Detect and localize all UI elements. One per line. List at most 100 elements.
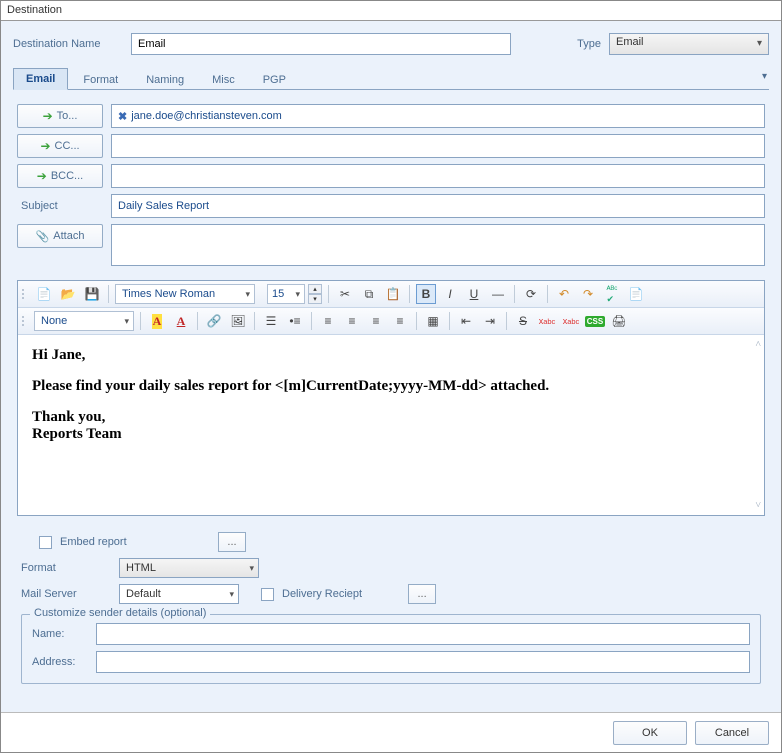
- editor-toolbar-2: None A A 🔗 🖼 ☰ •≡ ≡ ≡ ≡ ≡ ▦: [18, 308, 764, 335]
- italic-button[interactable]: I: [440, 284, 460, 304]
- copy-icon[interactable]: ⧉: [359, 284, 379, 304]
- bcc-field[interactable]: [111, 164, 765, 188]
- hr-icon[interactable]: ―: [488, 284, 508, 304]
- scroll-down-icon[interactable]: ˅: [755, 500, 761, 511]
- format-label: Format: [21, 562, 111, 574]
- titlebar: Destination: [1, 1, 781, 21]
- subject-field[interactable]: Daily Sales Report: [111, 194, 765, 218]
- outdent-icon[interactable]: ⇤: [456, 311, 476, 331]
- tab-format[interactable]: Format: [70, 69, 131, 90]
- type-select[interactable]: Email: [609, 33, 769, 55]
- font-name-select[interactable]: Times New Roman: [115, 284, 255, 304]
- sender-name-input[interactable]: [96, 623, 750, 645]
- to-field[interactable]: ✖ jane.doe@christiansteven.com: [111, 104, 765, 128]
- sender-legend: Customize sender details (optional): [30, 607, 210, 619]
- mail-server-browse-button[interactable]: ...: [408, 584, 436, 604]
- highlight-color-icon[interactable]: A: [147, 311, 167, 331]
- subscript-icon[interactable]: xabc: [561, 311, 581, 331]
- tab-overflow-icon[interactable]: ▾: [762, 71, 767, 82]
- format-select[interactable]: HTML: [119, 558, 259, 578]
- paperclip-icon: 📎: [36, 230, 50, 243]
- sender-name-label: Name:: [32, 628, 88, 640]
- mail-server-select[interactable]: Default: [119, 584, 239, 604]
- spin-down-icon[interactable]: ▾: [308, 294, 322, 304]
- cut-icon[interactable]: ✂: [335, 284, 355, 304]
- cc-button[interactable]: ➔ CC...: [17, 134, 103, 158]
- window-title: Destination: [7, 4, 62, 16]
- toolbar-grip[interactable]: [22, 316, 28, 326]
- embed-report-label: Embed report: [60, 536, 210, 548]
- delivery-receipt-checkbox[interactable]: [261, 588, 274, 601]
- arrow-right-icon: ➔: [40, 140, 50, 152]
- dest-name-input[interactable]: [131, 33, 511, 55]
- tab-email[interactable]: Email: [13, 68, 68, 90]
- arrow-right-icon: ➔: [37, 170, 47, 182]
- ordered-list-icon[interactable]: ☰: [261, 311, 281, 331]
- style-select[interactable]: None: [34, 311, 134, 331]
- tab-pgp[interactable]: PGP: [250, 69, 299, 90]
- embed-report-checkbox[interactable]: [39, 536, 52, 549]
- bold-button[interactable]: B: [416, 284, 436, 304]
- superscript-icon[interactable]: xabc: [537, 311, 557, 331]
- link-icon[interactable]: 🔗: [204, 311, 224, 331]
- image-icon[interactable]: 🖼: [228, 311, 248, 331]
- strike-icon[interactable]: S: [513, 311, 533, 331]
- spin-up-icon[interactable]: ▴: [308, 284, 322, 294]
- sender-address-label: Address:: [32, 656, 88, 668]
- body-line-3: Thank you,: [32, 409, 750, 426]
- cc-field[interactable]: [111, 134, 765, 158]
- cancel-button[interactable]: Cancel: [695, 721, 769, 745]
- tab-naming[interactable]: Naming: [133, 69, 197, 90]
- sender-address-input[interactable]: [96, 651, 750, 673]
- editor-toolbar-1: 📄 📂 💾 Times New Roman 15 ▴▾ ✂ ⧉ 📋 B I U: [18, 281, 764, 308]
- bcc-button[interactable]: ➔ BCC...: [17, 164, 103, 188]
- table-icon[interactable]: ▦: [423, 311, 443, 331]
- arrow-right-icon: ➔: [43, 110, 53, 122]
- attach-button[interactable]: 📎 Attach: [17, 224, 103, 248]
- insert-icon[interactable]: 📄: [626, 284, 646, 304]
- print-icon[interactable]: 🖨: [609, 311, 629, 331]
- embed-browse-button[interactable]: ...: [218, 532, 246, 552]
- save-icon[interactable]: 💾: [82, 284, 102, 304]
- undo-icon[interactable]: ↶: [554, 284, 574, 304]
- body-line-4: Reports Team: [32, 426, 750, 443]
- font-size-input[interactable]: 15: [267, 284, 305, 304]
- toolbar-grip[interactable]: [22, 289, 28, 299]
- align-justify-icon[interactable]: ≡: [390, 311, 410, 331]
- align-left-icon[interactable]: ≡: [318, 311, 338, 331]
- new-icon[interactable]: 📄: [34, 284, 54, 304]
- delivery-receipt-label: Delivery Reciept: [282, 588, 362, 600]
- type-label: Type: [577, 38, 601, 50]
- destination-dialog: Destination Destination Name Type Email …: [0, 0, 782, 753]
- unordered-list-icon[interactable]: •≡: [285, 311, 305, 331]
- ok-button[interactable]: OK: [613, 721, 687, 745]
- dialog-footer: OK Cancel: [1, 712, 781, 752]
- header-row: Destination Name Type Email: [13, 31, 769, 63]
- rich-editor: 📄 📂 💾 Times New Roman 15 ▴▾ ✂ ⧉ 📋 B I U: [17, 280, 765, 516]
- tab-misc[interactable]: Misc: [199, 69, 248, 90]
- align-center-icon[interactable]: ≡: [342, 311, 362, 331]
- remove-recipient-icon[interactable]: ✖: [118, 110, 127, 123]
- to-value: jane.doe@christiansteven.com: [131, 110, 282, 122]
- font-color-icon[interactable]: A: [171, 311, 191, 331]
- subject-label: Subject: [17, 200, 103, 212]
- to-button[interactable]: ➔ To...: [17, 104, 103, 128]
- refresh-icon[interactable]: ⟳: [521, 284, 541, 304]
- subject-value: Daily Sales Report: [118, 200, 209, 212]
- scroll-up-icon[interactable]: ˄: [755, 339, 761, 350]
- underline-button[interactable]: U: [464, 284, 484, 304]
- open-icon[interactable]: 📂: [58, 284, 78, 304]
- font-size-spinner[interactable]: ▴▾: [308, 284, 322, 304]
- attach-field[interactable]: [111, 224, 765, 266]
- dest-name-label: Destination Name: [13, 38, 123, 50]
- sender-details-fieldset: Customize sender details (optional) Name…: [21, 614, 761, 684]
- paste-icon[interactable]: 📋: [383, 284, 403, 304]
- align-right-icon[interactable]: ≡: [366, 311, 386, 331]
- editor-body[interactable]: Hi Jane, Please find your daily sales re…: [18, 335, 764, 515]
- css-icon[interactable]: CSS: [585, 311, 605, 331]
- redo-icon[interactable]: ↷: [578, 284, 598, 304]
- spellcheck-icon[interactable]: ᴬᴮᶜ✔: [602, 284, 622, 304]
- mail-server-label: Mail Server: [21, 588, 111, 600]
- indent-icon[interactable]: ⇥: [480, 311, 500, 331]
- body-line-2: Please find your daily sales report for …: [32, 378, 750, 395]
